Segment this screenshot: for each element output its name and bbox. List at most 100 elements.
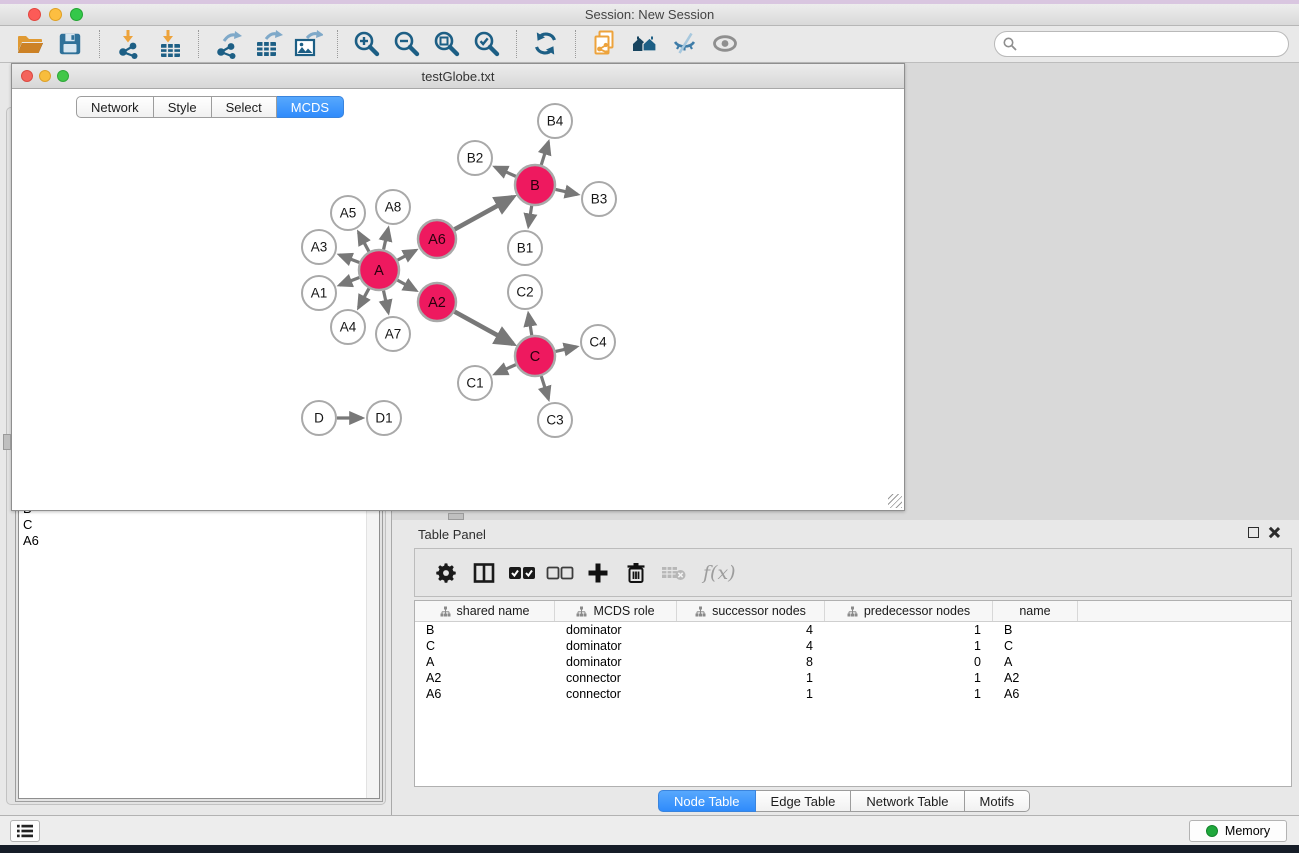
- edge-B-B2[interactable]: [495, 167, 516, 176]
- node-label-B3: B3: [591, 192, 608, 207]
- save-session-button[interactable]: [53, 28, 87, 60]
- node-label-A3: A3: [311, 240, 328, 255]
- edge-C-C1[interactable]: [495, 365, 516, 374]
- table-row[interactable]: Adominator80A: [415, 654, 1291, 670]
- select-all-button[interactable]: [507, 558, 537, 588]
- column-header-successor-nodes[interactable]: successor nodes: [677, 601, 825, 621]
- column-header-name[interactable]: name: [993, 601, 1078, 621]
- hide-graphics-details-button[interactable]: [668, 28, 702, 60]
- network-canvas-svg[interactable]: AA1A2A3A4A5A6A7A8BB1B2B3B4CC1C2C3C4DD1: [12, 89, 904, 510]
- edge-A-A7[interactable]: [383, 291, 388, 313]
- deselect-all-icon: [545, 563, 575, 583]
- node-label-C2: C2: [516, 285, 533, 300]
- deselect-all-button[interactable]: [545, 558, 575, 588]
- network-window-titlebar[interactable]: testGlobe.txt: [12, 64, 904, 89]
- export-network-button[interactable]: [211, 28, 245, 60]
- zoom-selected-icon: [472, 29, 502, 59]
- table-row[interactable]: A2connector11A2: [415, 670, 1291, 686]
- table-cell: 1: [825, 623, 993, 637]
- refresh-icon: [531, 29, 561, 59]
- import-network-button[interactable]: [112, 28, 146, 60]
- half-eye-slash-icon: [670, 29, 700, 59]
- mcds-result-list[interactable]: A2ABCA6: [18, 468, 380, 799]
- tab-edge-table[interactable]: Edge Table: [756, 790, 852, 812]
- search-icon: [1003, 37, 1017, 51]
- zoom-in-button[interactable]: [350, 28, 384, 60]
- edge-A-A8[interactable]: [384, 228, 389, 249]
- ndex-home-button[interactable]: [628, 28, 662, 60]
- edge-A-A1[interactable]: [340, 278, 360, 286]
- table-cell: A2: [415, 671, 555, 685]
- tab-node-table[interactable]: Node Table: [658, 790, 756, 812]
- tab-network-table[interactable]: Network Table: [851, 790, 964, 812]
- search-field-wrap: [994, 31, 1289, 57]
- column-label: successor nodes: [712, 604, 806, 618]
- table-settings-button[interactable]: [431, 558, 461, 588]
- toolbar-separator: [198, 30, 199, 58]
- refresh-button[interactable]: [529, 28, 563, 60]
- tab-select[interactable]: Select: [212, 96, 277, 118]
- float-table-panel-icon[interactable]: [1248, 527, 1259, 538]
- add-column-button[interactable]: [583, 558, 613, 588]
- edge-C-C4[interactable]: [555, 347, 576, 352]
- node-table: shared name MCDS role successor nodes pr…: [414, 600, 1292, 787]
- edge-A-A4[interactable]: [359, 288, 369, 307]
- zoom-out-button[interactable]: [390, 28, 424, 60]
- result-scrollbar[interactable]: [366, 469, 379, 798]
- export-table-button[interactable]: [251, 28, 285, 60]
- resize-grip[interactable]: [888, 494, 902, 508]
- edge-A6-B[interactable]: [455, 197, 514, 229]
- delete-column-button[interactable]: [659, 558, 689, 588]
- zoom-fit-button[interactable]: [430, 28, 464, 60]
- tab-style[interactable]: Style: [154, 96, 212, 118]
- main-toolbar: [0, 26, 1299, 63]
- tab-mcds[interactable]: MCDS: [277, 96, 344, 118]
- toolbar-separator: [575, 30, 576, 58]
- column-header-mcds-role[interactable]: MCDS role: [555, 601, 677, 621]
- import-network-icon: [114, 29, 144, 59]
- close-table-panel-icon[interactable]: [1268, 527, 1279, 538]
- table-row[interactable]: Cdominator41C: [415, 638, 1291, 654]
- table-panel: Table Panel: [392, 520, 1299, 815]
- export-image-button[interactable]: [291, 28, 325, 60]
- table-cell: B: [993, 623, 1078, 637]
- divider-grip-bottom[interactable]: [448, 513, 464, 520]
- search-input[interactable]: [994, 31, 1289, 57]
- edge-A2-C[interactable]: [455, 312, 514, 344]
- table-cell: A: [993, 655, 1078, 669]
- column-header-shared-name[interactable]: shared name: [415, 601, 555, 621]
- tab-motifs[interactable]: Motifs: [965, 790, 1031, 812]
- table-row[interactable]: A6connector11A6: [415, 686, 1291, 702]
- edge-B-B1[interactable]: [528, 206, 531, 227]
- node-label-B1: B1: [517, 241, 534, 256]
- edge-A-A6[interactable]: [398, 250, 416, 260]
- edge-A-A5[interactable]: [359, 232, 369, 251]
- zoom-selected-button[interactable]: [470, 28, 504, 60]
- divider-grip-left[interactable]: [3, 434, 11, 450]
- table-panel-title: Table Panel: [418, 527, 486, 542]
- open-session-button[interactable]: [13, 28, 47, 60]
- edge-A-A2[interactable]: [397, 280, 416, 290]
- column-header-predecessor-nodes[interactable]: predecessor nodes: [825, 601, 993, 621]
- tab-network[interactable]: Network: [76, 96, 154, 118]
- table-cell: 1: [825, 671, 993, 685]
- result-item[interactable]: A6: [19, 533, 379, 549]
- zoom-in-icon: [352, 29, 382, 59]
- memory-button[interactable]: Memory: [1189, 820, 1287, 842]
- show-graphics-details-button[interactable]: [708, 28, 742, 60]
- edge-C-C2[interactable]: [528, 314, 531, 336]
- show-log-button[interactable]: [10, 820, 40, 842]
- show-columns-button[interactable]: [469, 558, 499, 588]
- function-builder-button[interactable]: f(x): [703, 562, 736, 584]
- delete-rows-button[interactable]: [621, 558, 651, 588]
- result-item[interactable]: C: [19, 517, 379, 533]
- edge-A-A3[interactable]: [340, 255, 360, 263]
- control-panel-tabs: Network Style Select MCDS: [76, 96, 344, 118]
- node-label-C4: C4: [589, 335, 607, 350]
- edge-B-B4[interactable]: [541, 142, 548, 165]
- clone-network-button[interactable]: [588, 28, 622, 60]
- edge-C-C3[interactable]: [541, 376, 548, 399]
- table-row[interactable]: Bdominator41B: [415, 622, 1291, 638]
- import-table-button[interactable]: [152, 28, 186, 60]
- edge-B-B3[interactable]: [556, 189, 578, 194]
